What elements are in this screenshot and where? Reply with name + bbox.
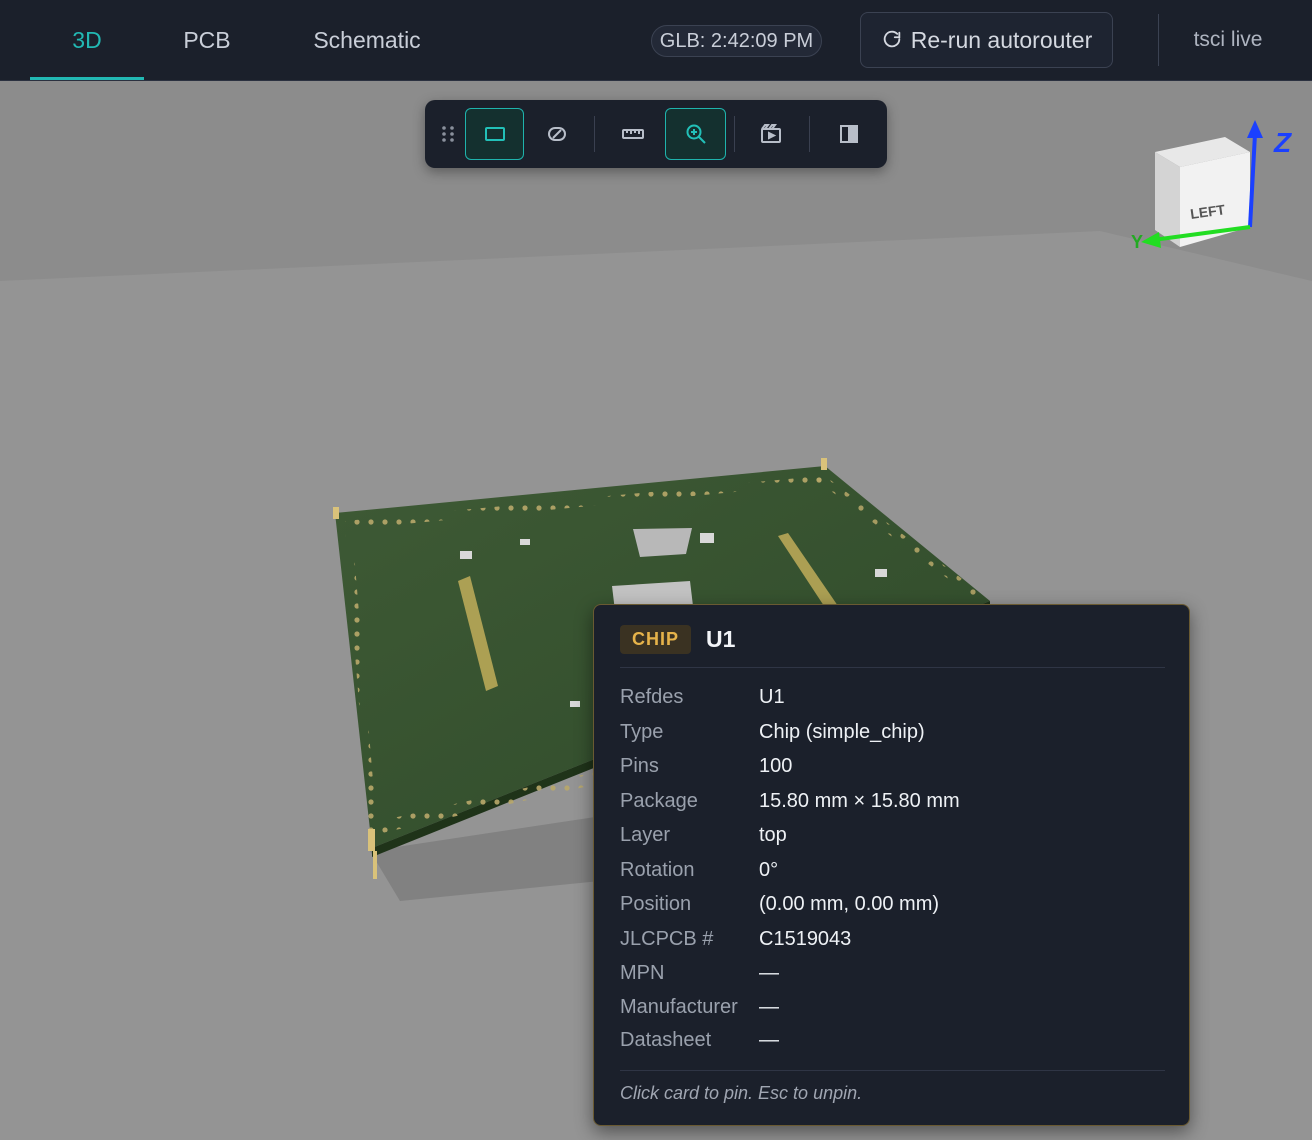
toolbar-divider xyxy=(809,116,810,152)
zoom-button[interactable] xyxy=(665,108,726,160)
header-divider xyxy=(1158,14,1159,66)
tab-schematic[interactable]: Schematic xyxy=(290,0,444,80)
toolbar-divider xyxy=(734,116,735,152)
info-row-type: Type Chip (simple_chip) xyxy=(620,717,1165,747)
info-value: — xyxy=(759,995,779,1018)
info-row-layer: Layer top xyxy=(620,820,1165,850)
info-row-manufacturer: Manufacturer — xyxy=(620,992,1165,1022)
y-axis-label: Y xyxy=(1131,232,1143,252)
hide-toggle-button[interactable] xyxy=(535,108,579,160)
panel-toggle-icon xyxy=(840,125,858,143)
info-value: Chip (simple_chip) xyxy=(759,720,925,743)
y-axis-arrow xyxy=(1141,232,1161,248)
rerun-autorouter-label: Re-run autorouter xyxy=(910,26,1093,53)
measure-button[interactable] xyxy=(611,108,655,160)
panel-toggle-button[interactable] xyxy=(827,108,871,160)
hide-icon xyxy=(548,127,566,141)
drag-handle-icon[interactable] xyxy=(438,124,458,144)
info-row-package: Package 15.80 mm × 15.80 mm xyxy=(620,786,1165,816)
glb-timestamp-text: GLB: 2:42:09 PM xyxy=(659,29,814,52)
info-label: Refdes xyxy=(620,685,684,708)
z-axis-label: Z xyxy=(1273,127,1292,158)
info-label: Position xyxy=(620,892,692,915)
info-label: Manufacturer xyxy=(620,995,738,1018)
component-info-card[interactable]: CHIP U1 Refdes U1 Type Chip (simple_chip… xyxy=(593,604,1190,1126)
tab-3d[interactable]: 3D xyxy=(30,0,144,80)
refresh-icon xyxy=(883,30,900,48)
pcb-chip-top xyxy=(633,528,692,557)
info-row-pins: Pins 100 xyxy=(620,751,1165,781)
orientation-cube[interactable]: LEFT Z Y xyxy=(1125,112,1305,272)
info-row-jlcpcb: JLCPCB # C1519043 xyxy=(620,924,1165,954)
tsci-live-button[interactable]: tsci live xyxy=(1172,0,1284,80)
info-value: U1 xyxy=(759,685,785,708)
info-label: Datasheet xyxy=(620,1028,712,1051)
tab-pcb[interactable]: PCB xyxy=(160,0,254,80)
rectangle-view-button[interactable] xyxy=(465,108,524,160)
viewer-toolbar xyxy=(425,100,887,168)
z-axis-arrow xyxy=(1247,120,1263,138)
info-label: Rotation xyxy=(620,858,695,881)
info-value: (0.00 mm, 0.00 mm) xyxy=(759,892,940,915)
info-value: — xyxy=(759,961,779,984)
zoom-icon xyxy=(686,124,706,144)
info-row-position: Position (0.00 mm, 0.00 mm) xyxy=(620,889,1165,919)
info-row-refdes: Refdes U1 xyxy=(620,682,1165,712)
ruler-icon xyxy=(622,129,644,139)
glb-timestamp-badge: GLB: 2:42:09 PM xyxy=(651,25,822,57)
info-value: top xyxy=(759,823,787,846)
animation-button[interactable] xyxy=(749,108,793,160)
info-label: JLCPCB # xyxy=(620,927,714,950)
top-bar: 3D PCB Schematic GLB: 2:42:09 PM Re-run … xyxy=(0,0,1312,81)
info-label: Pins xyxy=(620,754,659,777)
info-value: 0° xyxy=(759,858,779,881)
info-label: Type xyxy=(620,720,664,743)
info-label: MPN xyxy=(620,961,665,984)
info-label: Layer xyxy=(620,823,671,846)
info-value: 100 xyxy=(759,754,793,777)
rectangle-icon xyxy=(484,127,505,141)
info-row-rotation: Rotation 0° xyxy=(620,855,1165,885)
info-value: 15.80 mm × 15.80 mm xyxy=(759,789,960,812)
info-value: C1519043 xyxy=(759,927,852,950)
component-type-badge: CHIP xyxy=(620,625,691,654)
info-label: Package xyxy=(620,789,698,812)
card-divider xyxy=(620,1070,1165,1071)
card-footer-hint: Click card to pin. Esc to unpin. xyxy=(620,1083,863,1103)
rerun-autorouter-button[interactable]: Re-run autorouter xyxy=(860,12,1113,68)
card-divider xyxy=(620,667,1165,668)
component-title: U1 xyxy=(706,626,736,652)
info-row-mpn: MPN — xyxy=(620,958,1165,988)
info-value: — xyxy=(759,1028,779,1051)
info-row-datasheet: Datasheet — xyxy=(620,1025,1165,1055)
z-axis-line xyxy=(1248,133,1257,228)
toolbar-divider xyxy=(594,116,595,152)
animation-icon xyxy=(761,124,781,143)
